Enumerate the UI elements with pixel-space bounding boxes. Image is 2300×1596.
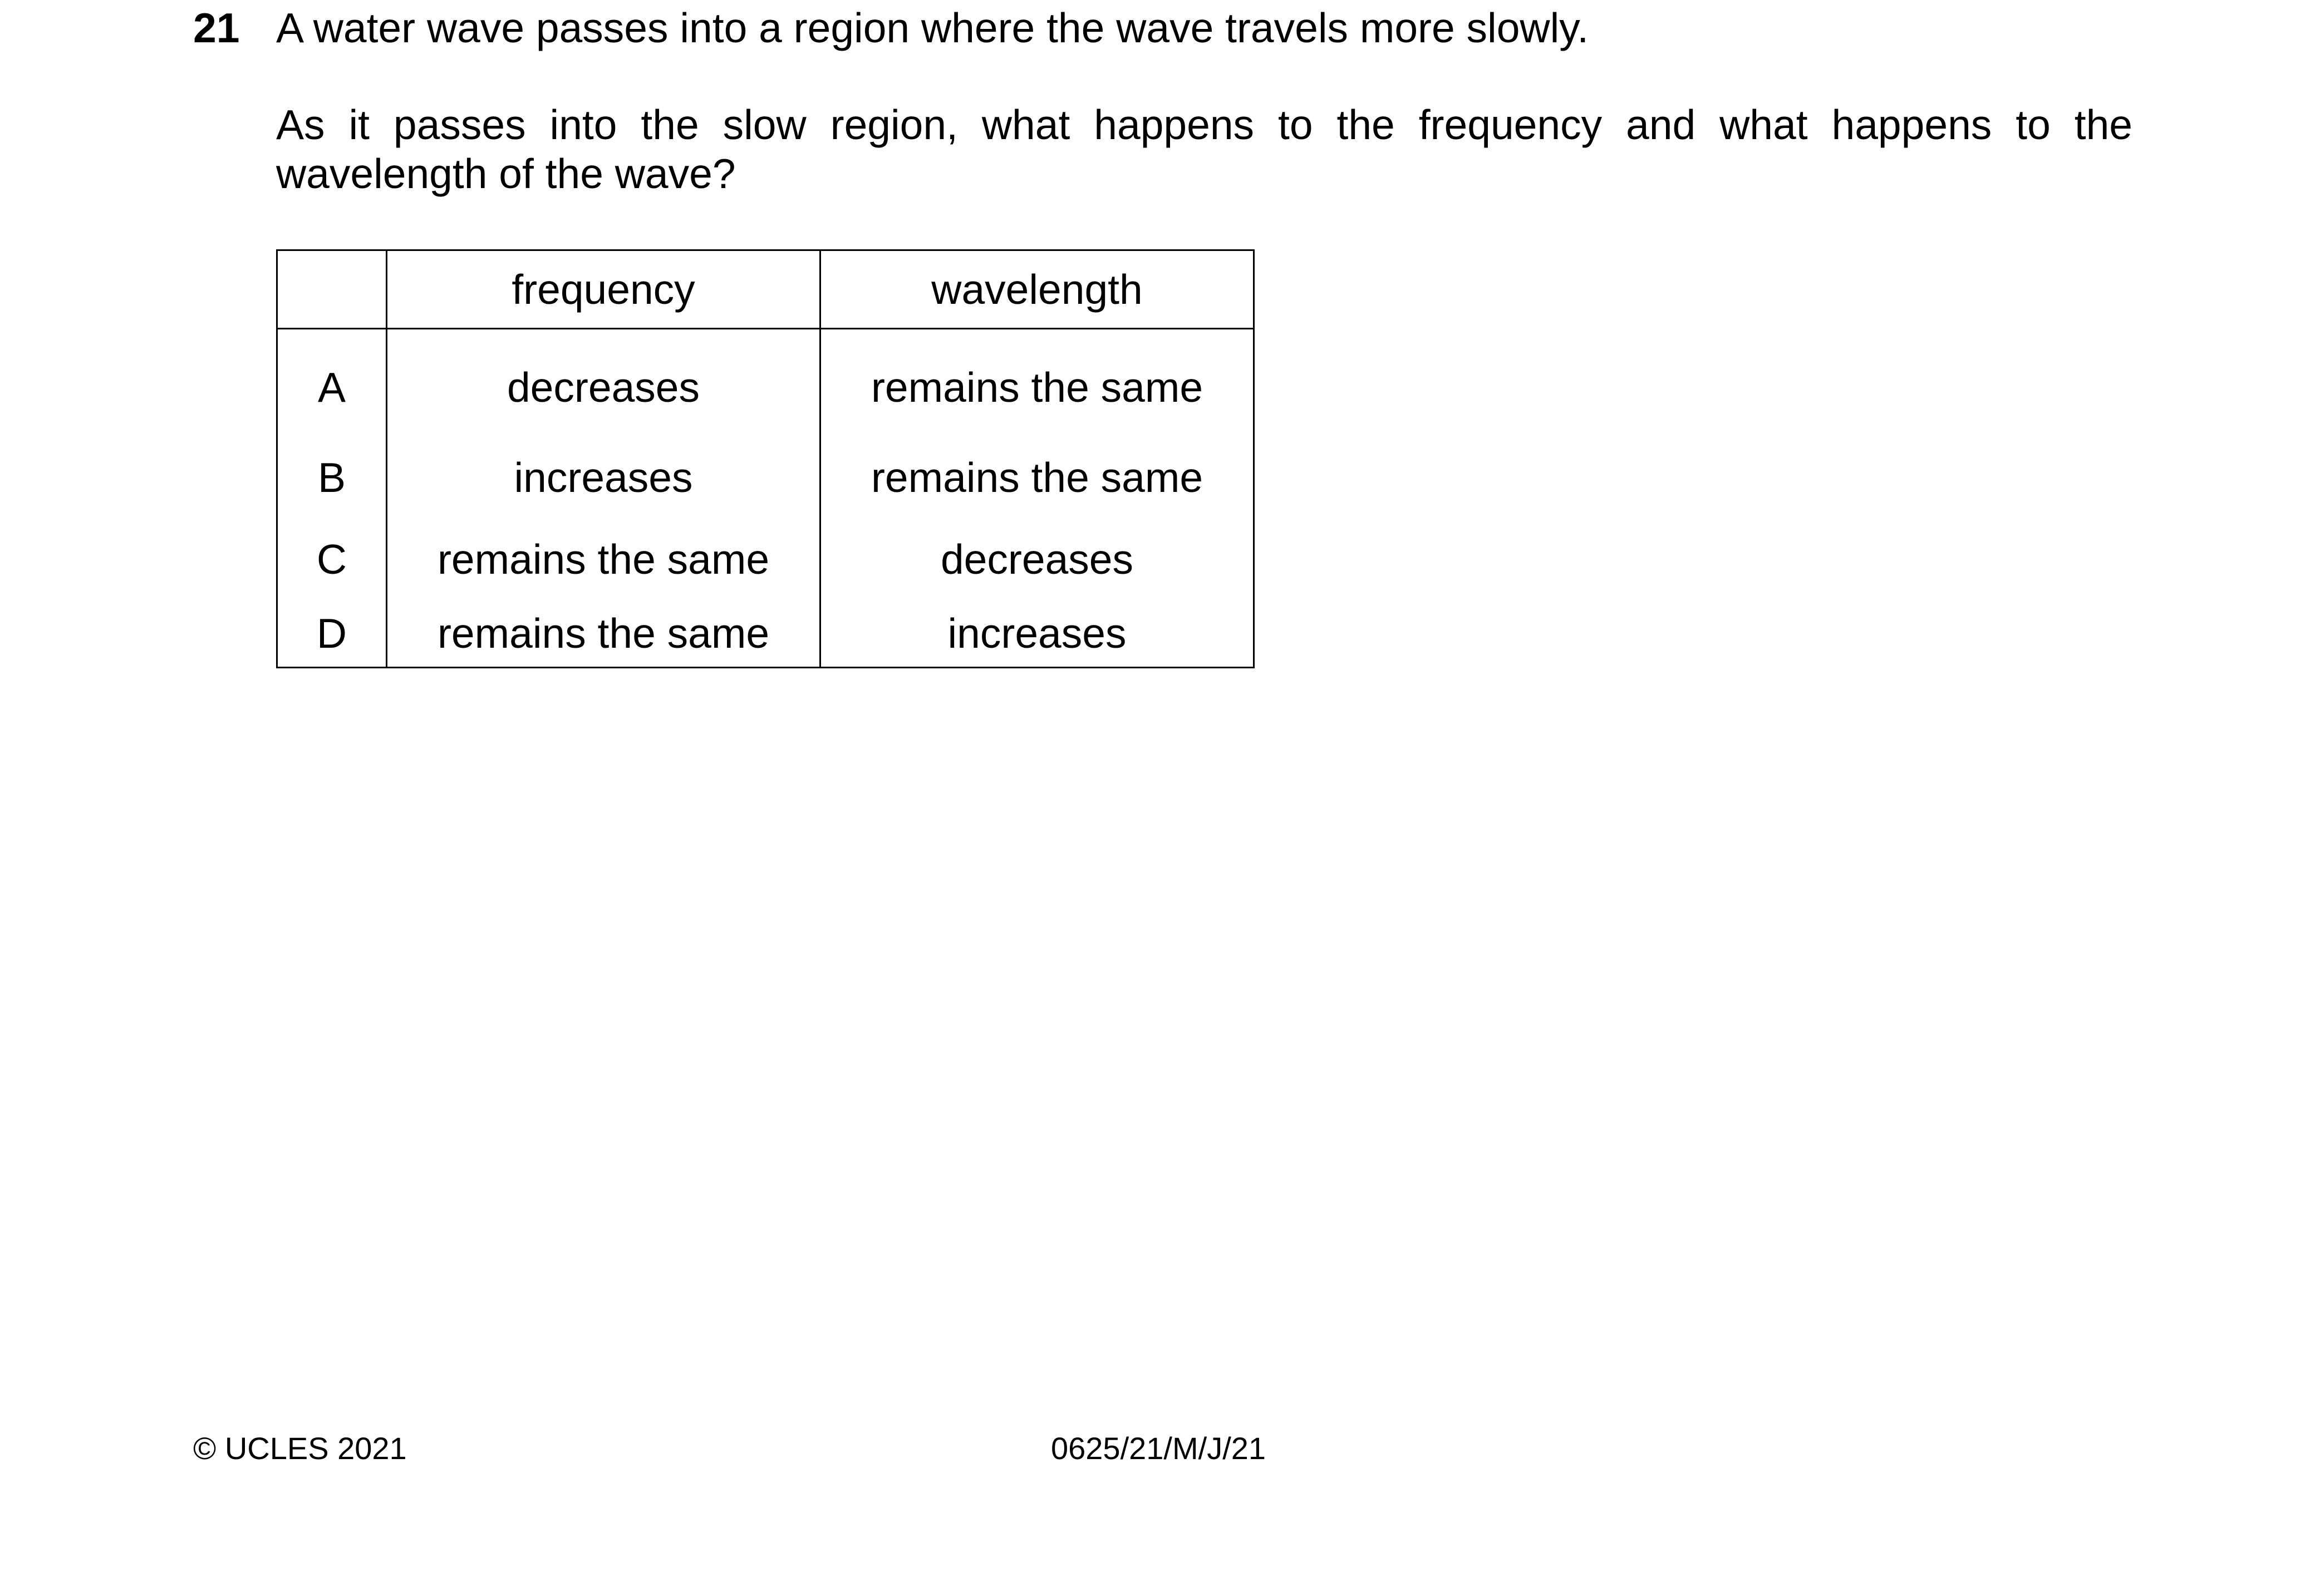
option-wavelength: increases [819, 600, 1255, 668]
option-frequency: increases [386, 436, 821, 518]
option-frequency: decreases [386, 328, 821, 436]
question-prompt: As it passes into the slow region, what … [276, 101, 2132, 197]
table-row: D remains the same increases [276, 600, 1255, 668]
option-frequency: remains the same [386, 600, 821, 668]
option-wavelength: remains the same [819, 436, 1255, 518]
exam-page: 21 A water wave passes into a region whe… [0, 0, 2300, 1596]
option-frequency: remains the same [386, 518, 821, 600]
table-row: B increases remains the same [276, 436, 1255, 518]
table-header-row: frequency wavelength [276, 249, 1255, 329]
header-frequency: frequency [386, 249, 821, 329]
option-wavelength: decreases [819, 518, 1255, 600]
paper-code-footer: 0625/21/M/J/21 [1051, 1431, 1266, 1466]
answer-options-table: frequency wavelength A decreases remains… [276, 249, 1255, 668]
option-key: D [276, 600, 387, 668]
option-key: B [276, 436, 387, 518]
copyright-footer: © UCLES 2021 [193, 1431, 407, 1466]
option-key: C [276, 518, 387, 600]
option-key: A [276, 328, 387, 436]
table-row: A decreases remains the same [276, 328, 1255, 436]
question-statement: A water wave passes into a region where … [276, 4, 1589, 51]
header-wavelength: wavelength [819, 249, 1255, 329]
table-row: C remains the same decreases [276, 518, 1255, 600]
question-number: 21 [193, 4, 240, 51]
option-wavelength: remains the same [819, 328, 1255, 436]
header-key-cell [276, 249, 387, 329]
